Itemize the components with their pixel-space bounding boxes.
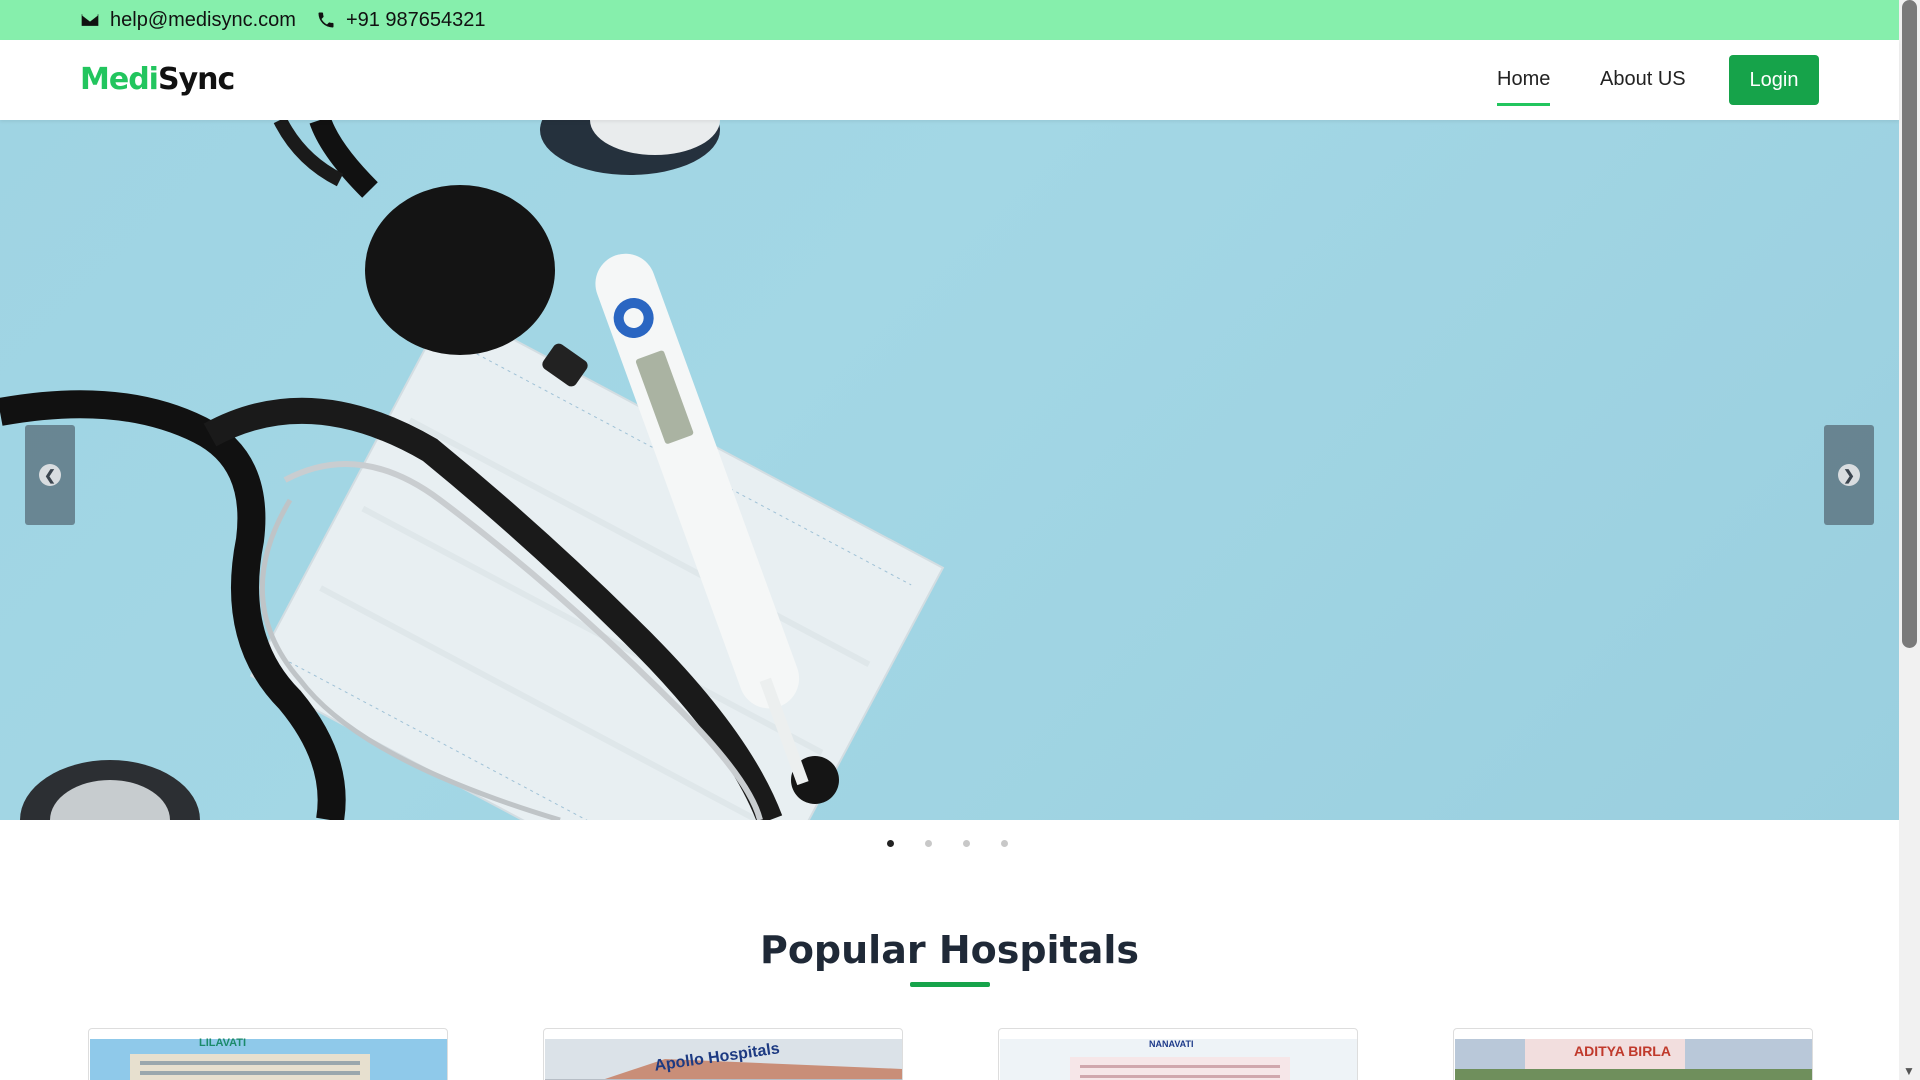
carousel-next-button[interactable]: ❯ <box>1824 425 1874 525</box>
carousel-dot-1[interactable] <box>887 840 894 847</box>
scrollbar-thumb[interactable] <box>1902 0 1917 648</box>
section-title: Popular Hospitals <box>759 928 1140 972</box>
carousel-dot-2[interactable] <box>925 840 932 847</box>
nav-home[interactable]: Home <box>1497 68 1551 106</box>
title-underline <box>910 982 990 987</box>
nav-about-us[interactable]: About US <box>1600 68 1686 91</box>
carousel-prev-button[interactable]: ❮ <box>25 425 75 525</box>
hero-image <box>0 120 945 820</box>
hospital-card-4[interactable]: ADITYA BIRLA <box>1453 1028 1813 1080</box>
hospital-card-3[interactable]: NANAVATI <box>998 1028 1358 1080</box>
carousel-indicators <box>887 840 1008 847</box>
hospital-image-1 <box>90 1039 447 1080</box>
hero-carousel: ❮ ❯ <box>0 120 1899 820</box>
brand-part2: Sync <box>157 62 235 97</box>
phone-contact[interactable]: +91 987654321 <box>316 9 486 32</box>
brand-logo[interactable]: MediSync <box>80 62 235 97</box>
hospital-card-1[interactable]: LILAVATI <box>88 1028 448 1080</box>
envelope-icon <box>81 14 99 26</box>
scroll-down-arrow-icon[interactable]: ▼ <box>1903 1064 1915 1078</box>
carousel-dot-4[interactable] <box>1001 840 1008 847</box>
page-scrollbar[interactable]: ▼ <box>1899 0 1920 1080</box>
login-button[interactable]: Login <box>1729 55 1819 105</box>
top-contact-bar: help@medisync.com +91 987654321 <box>0 0 1899 40</box>
chevron-left-icon: ❮ <box>39 464 61 486</box>
hospital-sign-1: LILAVATI <box>199 1037 247 1049</box>
hospital-card-2[interactable]: Apollo Hospitals <box>543 1028 903 1080</box>
brand-part1: Medi <box>80 62 159 97</box>
phone-icon <box>318 12 334 28</box>
hospital-sign-4: ADITYA BIRLA <box>1574 1043 1671 1059</box>
carousel-dot-3[interactable] <box>963 840 970 847</box>
hospital-sign-3: NANAVATI <box>1149 1039 1194 1049</box>
main-navbar: MediSync Home About US Login <box>0 40 1899 120</box>
phone-text: +91 987654321 <box>345 8 486 31</box>
chevron-right-icon: ❯ <box>1838 464 1860 486</box>
email-contact[interactable]: help@medisync.com <box>80 9 296 32</box>
email-text: help@medisync.com <box>110 8 296 31</box>
